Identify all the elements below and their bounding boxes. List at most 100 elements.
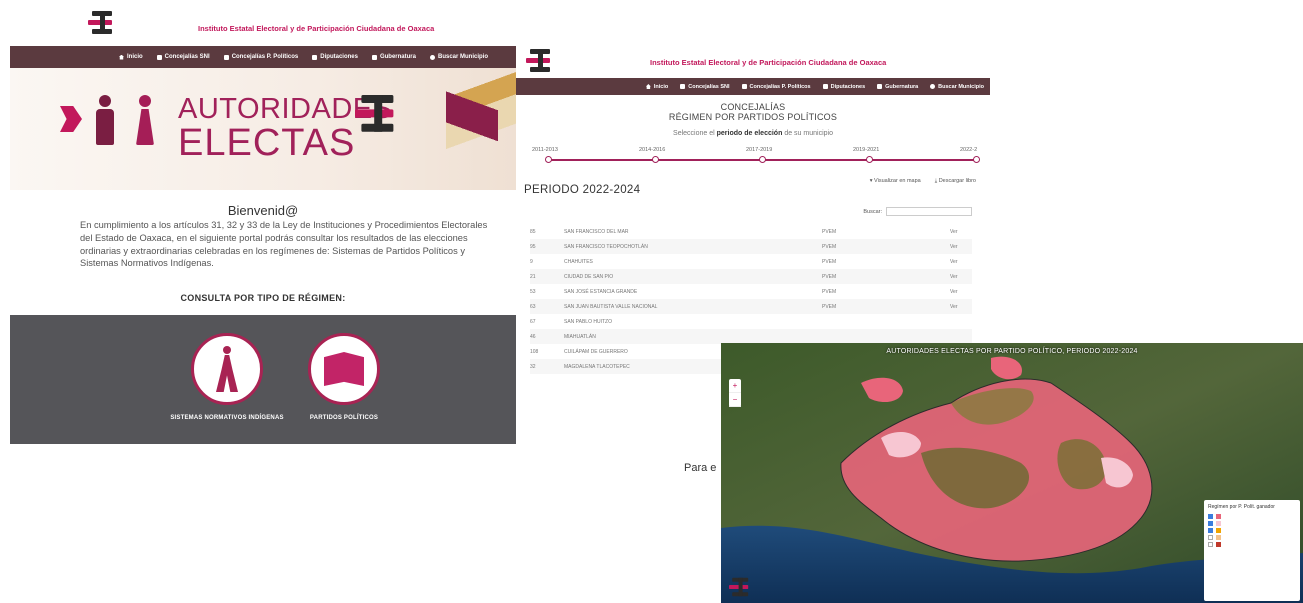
row-party: PVEM [822, 288, 837, 295]
download-link[interactable]: ⤓ Descargar libro [935, 178, 976, 185]
timeline-period-dot[interactable] [651, 156, 659, 163]
row-number: 53 [530, 288, 536, 295]
ieepco-emblem [355, 95, 401, 153]
view-map-link[interactable]: ▾ Visualizar en mapa [870, 178, 921, 185]
timeline-period-label[interactable]: 2019-2021 [853, 147, 879, 153]
row-municipality: SAN FRANCISCO DEL MAR [564, 228, 629, 235]
table-row[interactable]: 85 SAN FRANCISCO DEL MAR PVEM Ver [530, 224, 972, 239]
search-input[interactable] [886, 207, 972, 216]
timeline-period-dot[interactable] [758, 156, 766, 163]
checkbox-icon[interactable] [1208, 521, 1213, 526]
row-municipality: SAN FRANCISCO TEOPOCHOTLÁN [564, 243, 648, 250]
document-icon [312, 54, 318, 60]
legend-item[interactable] [1208, 527, 1296, 534]
table-row[interactable]: 63 SAN JUAN BAUTISTA VALLE NACIONAL PVEM Ve… [530, 299, 972, 314]
nav-inicio[interactable]: Inicio [645, 84, 668, 90]
para-heading: Para e [684, 462, 717, 474]
welcome-heading: Bienvenid@ [227, 203, 299, 218]
binoculars-icon [930, 84, 936, 89]
page-title: CONCEJALÍAS [720, 102, 786, 112]
legend-item[interactable] [1208, 513, 1296, 520]
row-see-link[interactable]: Ver [950, 244, 972, 250]
zoom-out-button[interactable]: − [729, 393, 741, 407]
row-party: PVEM [822, 228, 837, 235]
page-subtitle: RÉGIMEN POR PARTIDOS POLÍTICOS [668, 112, 838, 122]
document-icon [371, 54, 377, 60]
regime-label: PARTIDOS POLÍTICOS [309, 415, 379, 421]
nav-buscar-municipio[interactable]: Buscar Municipio [429, 54, 488, 60]
checkbox-icon[interactable] [1208, 535, 1213, 540]
row-number: 63 [530, 303, 536, 310]
table-row[interactable]: 53 SAN JOSÉ ESTANCIA GRANDE PVEM Ver [530, 284, 972, 299]
row-party: PVEM [822, 303, 837, 310]
timeline-period-label[interactable]: 2022-2 [960, 147, 977, 153]
table-search: Buscar: [863, 207, 972, 216]
legend-item[interactable] [1208, 534, 1296, 541]
row-number: 95 [530, 243, 536, 250]
indigenous-figure-icon [191, 333, 263, 405]
period-instructions: Seleccione el periodo de elección de su … [673, 130, 833, 137]
home-header: Instituto Estatal Electoral y de Partici… [10, 0, 516, 46]
table-row[interactable]: 95 SAN FRANCISCO TEOPOCHOTLÁN PVEM Ver [530, 239, 972, 254]
timeline-period-label[interactable]: 2017-2019 [746, 147, 772, 153]
home-nav: Inicio Concejalías SNI Concejalías P. Po… [10, 46, 516, 68]
table-actions: ▾ Visualizar en mapa ⤓ Descargar libro [870, 178, 976, 185]
timeline-period-dot[interactable] [865, 156, 873, 163]
nav-gubernatura[interactable]: Gubernatura [877, 84, 918, 90]
ieepco-logo[interactable] [88, 11, 116, 35]
legend-swatch [1216, 514, 1221, 519]
row-number: 32 [530, 363, 536, 370]
row-see-link[interactable]: Ver [950, 274, 972, 280]
legend-swatch [1216, 542, 1221, 547]
nav-buscar-municipio[interactable]: Buscar Municipio [930, 84, 984, 90]
table-row[interactable]: 9 CHAHUITES PVEM Ver [530, 254, 972, 269]
row-number: 9 [530, 258, 533, 265]
home-icon [118, 54, 124, 60]
row-party: PVEM [822, 273, 837, 280]
table-row[interactable]: 46 MIAHUATLÁN [530, 329, 972, 344]
row-municipality: SAN JOSÉ ESTANCIA GRANDE [564, 288, 638, 295]
table-row[interactable]: 67 SAN PABLO HUITZO [530, 314, 972, 329]
ieepco-logo[interactable] [526, 49, 554, 73]
nav-diputaciones[interactable]: Diputaciones [312, 54, 358, 60]
ieepco-logo [729, 577, 751, 597]
row-see-link[interactable]: Ver [950, 304, 972, 310]
row-see-link[interactable]: Ver [950, 229, 972, 235]
row-municipality: CIUDAD DE SAN PIO [564, 273, 614, 280]
regime-card-sni[interactable]: SISTEMAS NORMATIVOS INDÍGENAS [167, 333, 287, 423]
checkbox-icon[interactable] [1208, 514, 1213, 519]
row-see-link[interactable]: Ver [950, 289, 972, 295]
regime-card-pp[interactable]: PARTIDOS POLÍTICOS [284, 333, 404, 423]
nav-concejalias-sni[interactable]: Concejalías SNI [156, 54, 210, 60]
table-row[interactable]: 21 CIUDAD DE SAN PIO PVEM Ver [530, 269, 972, 284]
nav-diputaciones[interactable]: Diputaciones [822, 84, 865, 90]
document-icon [223, 54, 229, 60]
row-party: PVEM [822, 258, 837, 265]
row-see-link[interactable]: Ver [950, 259, 972, 265]
row-number: 85 [530, 228, 536, 235]
nav-gubernatura[interactable]: Gubernatura [371, 54, 416, 60]
concejalias-nav: Inicio Concejalías SNI Concejalías P. Po… [516, 78, 990, 95]
nav-inicio[interactable]: Inicio [118, 54, 143, 60]
institute-title: Instituto Estatal Electoral y de Partici… [650, 58, 887, 67]
zoom-in-button[interactable]: + [729, 379, 741, 393]
nav-concejalias-sni[interactable]: Concejalías SNI [680, 84, 730, 90]
legend-item[interactable] [1208, 541, 1296, 548]
arrow-heart-icon [60, 106, 82, 132]
legend-item[interactable] [1208, 520, 1296, 527]
nav-concejalias-pp[interactable]: Concejalías P. Políticos [741, 84, 811, 90]
decorative-ribbon [446, 68, 498, 190]
checkbox-icon[interactable] [1208, 542, 1213, 547]
concejalias-header: Instituto Estatal Electoral y de Partici… [516, 42, 990, 78]
timeline-period-label[interactable]: 2011-2013 [532, 147, 558, 153]
checkbox-icon[interactable] [1208, 528, 1213, 533]
timeline-period-dot[interactable] [972, 156, 980, 163]
nav-concejalias-pp[interactable]: Concejalías P. Políticos [223, 54, 298, 60]
timeline-period-dot[interactable] [544, 156, 552, 163]
woman-figure-icon [136, 95, 154, 145]
timeline-period-label[interactable]: 2014-2016 [639, 147, 665, 153]
regime-panel: SISTEMAS NORMATIVOS INDÍGENAS PARTIDOS P… [10, 315, 516, 444]
row-number: 46 [530, 333, 536, 340]
map-legend: Regímen por P. Polít. ganador [1204, 500, 1300, 601]
map-window: AUTORIDADES ELECTAS POR PARTIDO POLÍTICO… [721, 343, 1303, 603]
